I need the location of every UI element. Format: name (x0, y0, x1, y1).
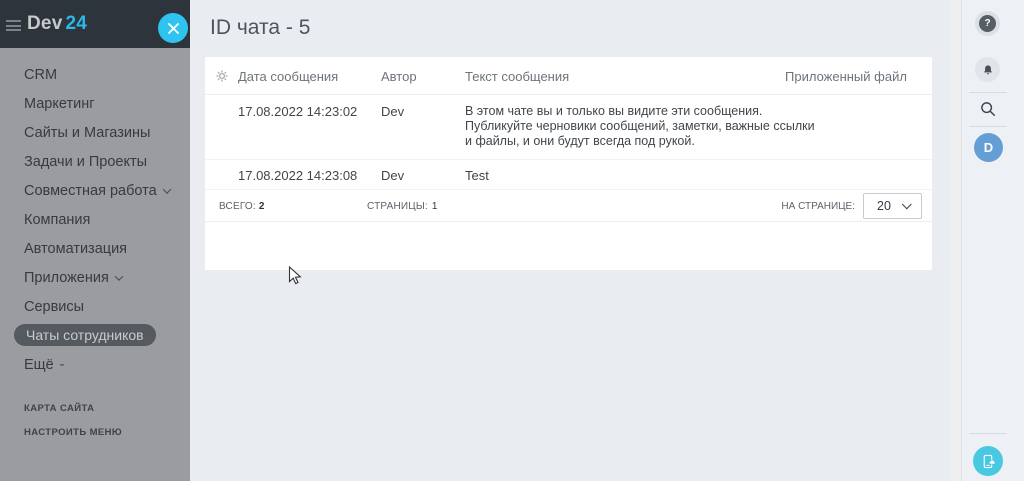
sidebar-item-tasks[interactable]: Задачи и Проекты (0, 148, 190, 177)
sidebar-item-apps[interactable]: Приложения (0, 264, 190, 293)
left-sidebar: Dev 24 CRM Маркетинг Сайты и Магазины Зад… (0, 0, 190, 481)
column-header-file[interactable]: Приложенный файл (785, 69, 907, 84)
configure-menu-link[interactable]: НАСТРОИТЬ МЕНЮ (0, 421, 190, 445)
close-menu-button[interactable] (158, 13, 188, 43)
brand-name: Dev (27, 13, 63, 34)
help-button[interactable]: ? (975, 11, 1000, 36)
search-button[interactable] (979, 100, 997, 118)
divider (969, 433, 1007, 434)
page-title: ID чата - 5 (210, 16, 311, 39)
question-mark-icon: ? (979, 15, 996, 32)
per-page-value: 20 (877, 199, 891, 213)
notifications-button[interactable] (975, 57, 1000, 82)
mobile-app-button[interactable] (973, 446, 1003, 476)
table-footer: ВСЕГО: 2 СТРАНИЦЫ: 1 НА СТРАНИЦЕ: 20 (205, 190, 932, 222)
bell-icon (983, 64, 992, 74)
divider (969, 92, 1007, 93)
search-icon (981, 102, 996, 117)
column-header-date[interactable]: Дата сообщения (238, 69, 338, 84)
sidebar-item-automation[interactable]: Автоматизация (0, 235, 190, 264)
sidebar-item-collaboration[interactable]: Совместная работа (0, 177, 190, 206)
sidebar-item-services[interactable]: Сервисы (0, 293, 190, 322)
brand-logo[interactable]: Dev 24 (27, 13, 87, 35)
sidebar-item-crm[interactable]: CRM (0, 61, 190, 90)
table-header-row: Дата сообщения Автор Текст сообщения При… (205, 57, 932, 95)
more-dash: - (59, 357, 65, 373)
divider (969, 126, 1007, 127)
sidebar-item-company[interactable]: Компания (0, 206, 190, 235)
cell-date: 17.08.2022 14:23:08 (238, 168, 358, 183)
table-empty-area (205, 222, 932, 269)
active-item-pill: Чаты сотрудников (14, 324, 156, 346)
sitemap-link[interactable]: КАРТА САЙТА (0, 397, 190, 421)
column-header-author[interactable]: Автор (381, 69, 417, 84)
chevron-down-icon (162, 185, 171, 195)
cell-author: Dev (381, 168, 405, 183)
sidebar-item-more[interactable]: Ещё - (0, 351, 190, 380)
device-cloud-icon (983, 454, 996, 468)
brand-accent: 24 (65, 13, 88, 34)
table-row[interactable]: 17.08.2022 14:23:02 Dev В этом чате вы и… (205, 95, 932, 160)
sidebar-menu: CRM Маркетинг Сайты и Магазины Задачи и … (0, 48, 190, 445)
app-screen: Dev 24 CRM Маркетинг Сайты и Магазины Зад… (0, 0, 1024, 481)
scrollbar-track[interactable] (950, 0, 961, 481)
gear-icon[interactable] (215, 69, 229, 83)
cell-message-text: Test (465, 168, 489, 183)
cell-message-text: В этом чате вы и только вы видите эти со… (465, 104, 815, 148)
main-content: ID чата - 5 Дата сообщения Автор Текст с… (190, 0, 950, 481)
mouse-cursor (288, 266, 302, 285)
cell-date: 17.08.2022 14:23:02 (238, 104, 358, 119)
table-row[interactable]: 17.08.2022 14:23:08 Dev Test (205, 160, 932, 190)
sidebar-item-sites[interactable]: Сайты и Магазины (0, 119, 190, 148)
hamburger-menu-icon[interactable] (6, 20, 21, 31)
per-page-label: НА СТРАНИЦЕ: (781, 201, 855, 212)
right-toolbar: ? D (961, 0, 1024, 481)
column-header-text[interactable]: Текст сообщения (465, 69, 569, 84)
top-brand-bar: Dev 24 (0, 0, 190, 48)
total-value: 2 (258, 201, 265, 212)
cell-author: Dev (381, 104, 405, 119)
per-page-select[interactable]: 20 (863, 193, 922, 219)
messages-table: Дата сообщения Автор Текст сообщения При… (205, 57, 932, 270)
sidebar-item-employee-chats[interactable]: Чаты сотрудников (0, 322, 190, 351)
sidebar-footer: КАРТА САЙТА НАСТРОИТЬ МЕНЮ (0, 397, 190, 445)
chevron-down-icon (114, 272, 124, 282)
total-count: ВСЕГО: 2 (219, 201, 265, 212)
pages-count: СТРАНИЦЫ: 1 (367, 201, 438, 212)
close-icon (167, 22, 179, 34)
chevron-down-icon (901, 198, 912, 209)
pages-value: 1 (431, 201, 438, 212)
avatar[interactable]: D (974, 133, 1003, 162)
sidebar-item-marketing[interactable]: Маркетинг (0, 90, 190, 119)
